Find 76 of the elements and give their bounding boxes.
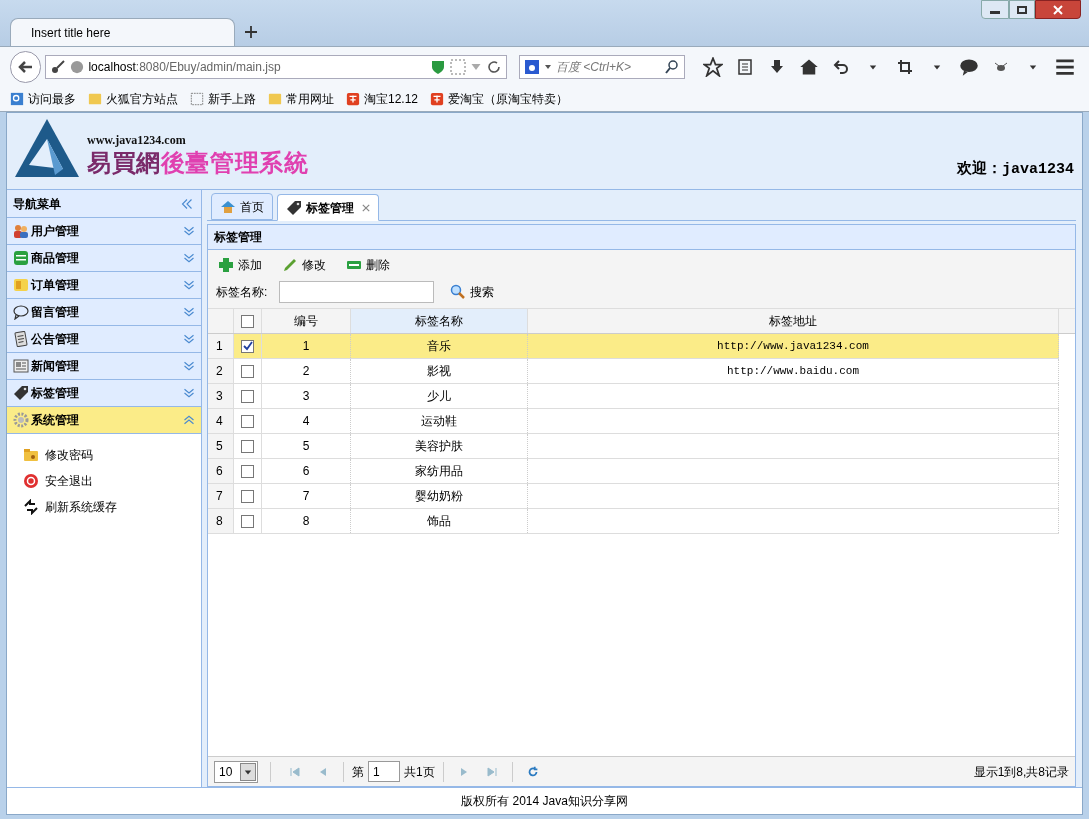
accordion-header[interactable]: 公告管理 <box>7 326 201 353</box>
copyright-text: 版权所有 2014 Java知识分享网 <box>461 793 628 810</box>
browser-tab[interactable]: Insert title here <box>10 18 235 46</box>
sidebar-title: 导航菜单 <box>13 195 61 213</box>
search-label: 标签名称: <box>216 284 268 301</box>
accordion-header[interactable]: 标签管理 <box>7 380 201 407</box>
table-cell: 婴幼奶粉 <box>351 484 528 508</box>
table-cell: 影视 <box>351 359 528 383</box>
panel-title: 标签管理 <box>214 229 262 246</box>
table-cell: 少儿 <box>351 384 528 408</box>
table-cell: 运动鞋 <box>351 409 528 433</box>
row-number: 4 <box>208 409 234 433</box>
bookmark-link[interactable]: 火狐官方站点 <box>88 89 178 108</box>
toolbar-button[interactable]: 修改 <box>280 256 328 274</box>
tab[interactable]: 首页 <box>211 193 273 220</box>
row-number: 1 <box>208 334 234 358</box>
bookmark-link[interactable]: 新手上路 <box>190 89 256 108</box>
table-cell: 2 <box>262 359 351 383</box>
table-cell: 3 <box>262 384 351 408</box>
accordion-header[interactable]: 留言管理 <box>7 299 201 326</box>
row-number: 6 <box>208 459 234 483</box>
bookmark-link[interactable]: 访问最多 <box>10 89 76 108</box>
address-bar[interactable]: localhost:8080/Ebuy/admin/main.jsp <box>45 54 507 79</box>
row-number: 2 <box>208 359 234 383</box>
row-number: 5 <box>208 434 234 458</box>
tab[interactable]: 标签管理 <box>277 194 379 221</box>
toolbar-button[interactable]: 添加 <box>216 256 264 274</box>
page-count: 共1页 <box>404 763 435 781</box>
table-cell: http://www.baidu.com <box>528 359 1059 383</box>
toolbar-button[interactable]: 删除 <box>344 256 392 274</box>
bookmark-link[interactable]: 爱淘宝（原淘宝特卖） <box>430 89 569 108</box>
row-number: 7 <box>208 484 234 508</box>
search-input[interactable]: 百度 <Ctrl+K> <box>556 57 660 76</box>
table-cell: 7 <box>262 484 351 508</box>
accordion-header[interactable]: 系统管理 <box>7 407 201 434</box>
accordion-header[interactable]: 商品管理 <box>7 245 201 272</box>
table-cell: 1 <box>262 334 351 358</box>
menu-link[interactable]: 修改密码 <box>23 446 201 464</box>
table-row[interactable]: 6 6 家纺用品 <box>208 459 1059 484</box>
menu-link[interactable]: 安全退出 <box>23 472 201 490</box>
table-cell: 5 <box>262 434 351 458</box>
bookmark-link[interactable]: 常用网址 <box>268 89 334 108</box>
page-summary: 显示1到8,共8记录 <box>973 763 1069 781</box>
table-cell: 家纺用品 <box>351 459 528 483</box>
search-button[interactable]: 搜索 <box>450 283 495 301</box>
welcome-text: 欢迎：java1234 <box>957 159 1074 180</box>
table-cell: 4 <box>262 409 351 433</box>
accordion-header[interactable]: 用户管理 <box>7 218 201 245</box>
accordion-header[interactable]: 订单管理 <box>7 272 201 299</box>
table-cell: 6 <box>262 459 351 483</box>
column-header[interactable]: 标签名称 <box>351 309 528 333</box>
table-cell: 音乐 <box>351 334 528 358</box>
table-cell: 8 <box>262 509 351 533</box>
row-number: 3 <box>208 384 234 408</box>
table-cell: http://www.java1234.com <box>528 334 1059 358</box>
menu-link[interactable]: 刷新系统缓存 <box>23 498 201 516</box>
table-cell: 美容护肤 <box>351 434 528 458</box>
table-row[interactable]: 4 4 运动鞋 <box>208 409 1059 434</box>
accordion-header[interactable]: 新闻管理 <box>7 353 201 380</box>
page-label: 第 <box>352 763 364 781</box>
table-row[interactable]: 7 7 婴幼奶粉 <box>208 484 1059 509</box>
page-size-select[interactable]: 10 <box>214 760 258 783</box>
system-title: 易買網後臺管理系統 <box>87 149 309 177</box>
url-text: localhost:8080/Ebuy/admin/main.jsp <box>88 58 282 76</box>
search-field[interactable]: 百度 <Ctrl+K> <box>519 54 685 79</box>
page-number-field[interactable]: 1 <box>368 761 400 782</box>
table-row[interactable]: 5 5 美容护肤 <box>208 434 1059 459</box>
site-url: www.java1234.com <box>87 132 187 149</box>
table-row[interactable]: 3 3 少儿 <box>208 384 1059 409</box>
bookmark-link[interactable]: 淘宝12.12 <box>346 89 419 108</box>
table-row[interactable]: 8 8 饰品 <box>208 509 1059 534</box>
row-number: 8 <box>208 509 234 533</box>
table-row[interactable]: 2 2 影视 http://www.baidu.com <box>208 359 1059 384</box>
table-cell: 饰品 <box>351 509 528 533</box>
table-row[interactable]: 1 1 音乐 http://www.java1234.com <box>208 334 1059 359</box>
column-header[interactable]: 标签地址 <box>528 309 1059 333</box>
